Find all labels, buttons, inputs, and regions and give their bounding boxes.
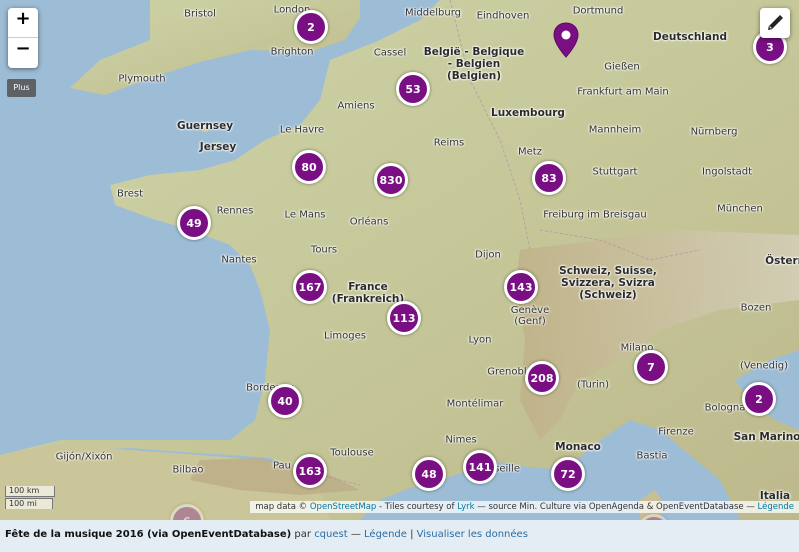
legend-link[interactable]: Légende: [758, 502, 794, 512]
place-label: Amiens: [337, 100, 375, 112]
edit-button[interactable]: [760, 8, 790, 38]
place-label: Cassel: [373, 47, 407, 59]
marker-cluster[interactable]: 83: [532, 161, 566, 195]
island-label-jersey: Jersey: [199, 141, 237, 153]
map-view[interactable]: Bristol London Brighton Plymouth Middelb…: [0, 0, 799, 520]
marker-cluster[interactable]: 143: [504, 270, 538, 304]
country-label-monaco: Monaco: [555, 441, 601, 453]
place-label: Freiburg im Breisgau: [543, 209, 647, 221]
marker-cluster[interactable]: 40: [268, 384, 302, 418]
place-label: Firenze: [658, 426, 694, 438]
marker-cluster[interactable]: 163: [293, 454, 327, 488]
place-label: Middelburg: [404, 7, 462, 19]
place-label: Genève (Genf): [510, 305, 550, 327]
place-label: Limoges: [324, 330, 366, 342]
map-title: Fête de la musique 2016 (via OpenEventDa…: [5, 529, 292, 540]
place-label: Reims: [433, 137, 465, 149]
place-label: Rennes: [216, 205, 254, 217]
place-label: Bozen: [740, 302, 772, 314]
marker-cluster[interactable]: 72: [551, 457, 585, 491]
country-label-san-marino: San Marino: [733, 431, 799, 443]
pencil-icon: [768, 15, 783, 30]
place-label: (Venedig): [740, 360, 788, 372]
place-label: München: [717, 203, 763, 215]
place-label: Le Mans: [284, 209, 326, 221]
place-label: Nimes: [445, 434, 477, 446]
place-label: Tours: [310, 244, 338, 256]
caption-separator: |: [406, 529, 417, 540]
place-label: Gijón/Xixón: [55, 451, 113, 463]
attribution-tiles: - Tiles courtesy of: [376, 502, 458, 512]
marker-cluster[interactable]: 53: [396, 72, 430, 106]
osm-link[interactable]: OpenStreetMap: [310, 502, 376, 512]
place-label: Frankfurt am Main: [577, 86, 669, 98]
marker-cluster[interactable]: 2: [294, 10, 328, 44]
island-label-guernsey: Guernsey: [176, 120, 234, 132]
place-label: (Turin): [577, 379, 609, 391]
place-label: Pau: [272, 460, 292, 472]
marker-cluster[interactable]: 141: [463, 450, 497, 484]
place-label: Bologna: [704, 402, 746, 414]
author-link[interactable]: cquest: [314, 529, 347, 540]
location-pin-icon[interactable]: [553, 22, 579, 58]
place-label: Gießen: [604, 61, 640, 73]
country-label-luxembourg: Luxembourg: [491, 107, 565, 119]
place-label: Ingolstadt: [701, 166, 753, 178]
marker-cluster[interactable]: 113: [387, 301, 421, 335]
country-label-france: France (Frankreich): [331, 281, 405, 305]
place-label: Metz: [518, 146, 542, 158]
place-label: Orléans: [349, 216, 389, 228]
zoom-control: + −: [8, 8, 38, 68]
marker-cluster[interactable]: 167: [293, 270, 327, 304]
zoom-in-button[interactable]: +: [8, 8, 38, 38]
place-label: Dortmund: [572, 5, 624, 17]
place-label: Bastia: [636, 450, 668, 462]
more-button[interactable]: Plus: [7, 79, 36, 97]
attribution: map data © OpenStreetMap - Tiles courtes…: [250, 501, 799, 513]
place-label: Plymouth: [118, 73, 166, 85]
place-label: Le Havre: [279, 124, 325, 136]
place-label: Mannheim: [588, 124, 642, 136]
place-label: Lyon: [468, 334, 492, 346]
country-label-germany: Deutschland: [653, 31, 727, 43]
caption-separator: —: [347, 529, 365, 540]
zoom-out-button[interactable]: −: [8, 38, 38, 68]
scale-km: 100 km: [5, 486, 55, 497]
place-label: Toulouse: [330, 447, 374, 459]
marker-cluster[interactable]: 830: [374, 163, 408, 197]
attribution-source: — source Min. Culture via OpenAgenda & O…: [474, 502, 758, 512]
marker-cluster[interactable]: 49: [177, 206, 211, 240]
place-label: Bristol: [184, 8, 216, 20]
place-label: Eindhoven: [476, 10, 530, 22]
lyrk-link[interactable]: Lyrk: [457, 502, 474, 512]
attribution-prefix: map data ©: [255, 502, 308, 512]
caption-legend-link[interactable]: Légende: [364, 529, 407, 540]
place-label: Brighton: [270, 46, 314, 58]
place-label: Nantes: [221, 254, 257, 266]
place-label: Brest: [116, 188, 144, 200]
marker-cluster[interactable]: 208: [525, 361, 559, 395]
place-label: Nürnberg: [690, 126, 738, 138]
map-caption: Fête de la musique 2016 (via OpenEventDa…: [0, 520, 799, 552]
marker-cluster[interactable]: 80: [292, 150, 326, 184]
country-label-switzerland: Schweiz, Suisse, Svizzera, Svizra (Schwe…: [559, 265, 657, 301]
scale-control: 100 km 100 mi: [5, 486, 55, 509]
caption-by: par: [291, 529, 315, 540]
marker-cluster[interactable]: 48: [412, 457, 446, 491]
marker-cluster[interactable]: 2: [742, 382, 776, 416]
place-label: Bilbao: [172, 464, 204, 476]
scale-mi: 100 mi: [5, 498, 53, 509]
view-data-link[interactable]: Visualiser les données: [417, 529, 528, 540]
place-label: Stuttgart: [592, 166, 638, 178]
place-label: Montélimar: [446, 398, 504, 410]
marker-cluster[interactable]: 7: [634, 350, 668, 384]
place-label: Dijon: [475, 249, 501, 261]
country-label-belgium: België - Belgique - Belgien (Belgien): [423, 46, 525, 82]
country-label-austria: Österr: [765, 255, 799, 267]
